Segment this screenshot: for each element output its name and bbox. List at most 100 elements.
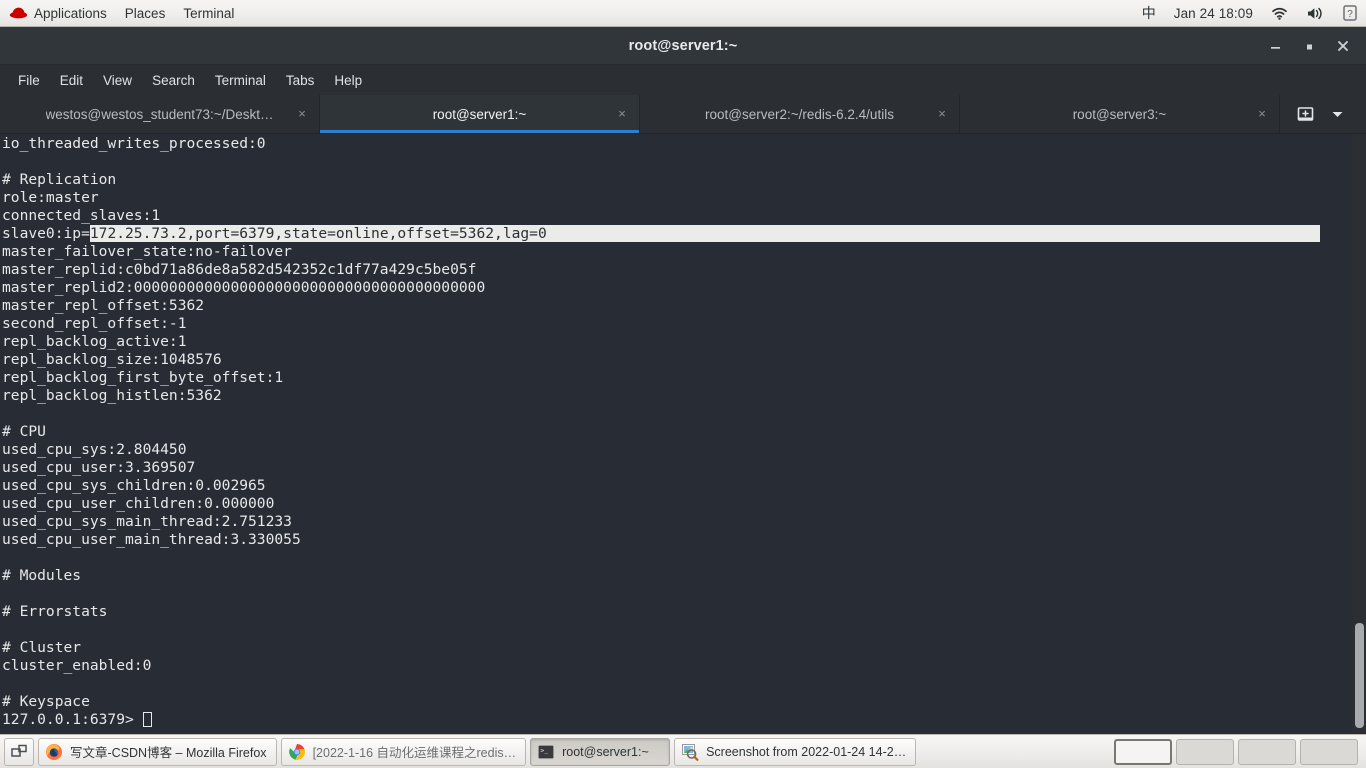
terminal-line: role:master [2,189,1352,207]
terminal-selected-text: 172.25.73.2,port=6379,state=online,offse… [89,225,547,242]
terminal-cursor [142,712,152,727]
terminal-line-text: master_failover_state:no-failover [2,243,292,260]
taskbar-item-firefox[interactable]: 写文章-CSDN博客 – Mozilla Firefox [38,737,277,766]
terminal-line-text: # Errorstats [2,603,108,620]
tab-close-icon[interactable]: × [935,107,949,121]
gnome-top-panel: Applications Places Terminal 中 Jan 24 18… [0,0,1366,27]
terminal-line-text: master_replid2:0000000000000000000000000… [2,279,486,296]
minimize-button[interactable] [1258,29,1292,63]
places-menu[interactable]: Places [116,0,175,26]
chevron-down-icon[interactable] [1331,110,1344,119]
tab-2[interactable]: root@server2:~/redis-6.2.4/utils × [640,95,960,133]
terminal-line-text: # Modules [2,567,82,584]
image-viewer-icon [682,743,699,761]
menu-file[interactable]: File [8,66,50,94]
terminal-icon: >_ [537,743,555,760]
menu-terminal[interactable]: Terminal [205,66,276,94]
workspace-1[interactable] [1114,738,1172,765]
workspace-4[interactable] [1300,738,1358,765]
terminal-output-area[interactable]: io_threaded_writes_processed:0 # Replica… [0,134,1366,734]
taskbar-item-chrome[interactable]: [2022-1-16 自动化运维课程之redis… [280,737,527,766]
terminal-line: used_cpu_user_children:0.000000 [2,495,1352,513]
taskbar-item-screenshot[interactable]: Screenshot from 2022-01-24 14-2… [674,737,917,766]
tab-0[interactable]: westos@westos_student73:~/Deskt… × [0,95,320,133]
terminal-line-text: connected_slaves:1 [2,207,161,224]
terminal-line-text: slave0:ip= [2,225,90,242]
window-title: root@server1:~ [628,37,738,54]
terminal-line: slave0:ip=172.25.73.2,port=6379,state=on… [2,225,1352,243]
input-method-indicator[interactable]: 中 [1133,0,1165,26]
workspace-2[interactable] [1176,738,1234,765]
menubar: File Edit View Search Terminal Tabs Help [0,65,1366,95]
applications-menu[interactable]: Applications [0,0,116,26]
new-tab-icon[interactable] [1296,106,1315,123]
tab-3[interactable]: root@server3:~ × [960,95,1280,133]
help-icon[interactable]: ? [1334,0,1366,26]
terminal-line-text: used_cpu_sys_main_thread:2.751233 [2,513,292,530]
terminal-line-text [2,405,11,422]
terminal-line-text: master_replid:c0bd71a86de8a582d542352c1d… [2,261,477,278]
svg-text:>_: >_ [540,746,548,754]
workspace-3[interactable] [1238,738,1296,765]
menu-search-label: Search [152,72,195,88]
menu-search[interactable]: Search [142,66,205,94]
terminal-line-text: used_cpu_user_main_thread:3.330055 [2,531,301,548]
terminal-line: cluster_enabled:0 [2,657,1352,675]
terminal-line: used_cpu_sys:2.804450 [2,441,1352,459]
terminal-line: master_replid:c0bd71a86de8a582d542352c1d… [2,261,1352,279]
tab-label: root@server3:~ [1072,106,1167,122]
clock[interactable]: Jan 24 18:09 [1165,0,1262,26]
terminal-scrollbar-thumb[interactable] [1355,623,1364,728]
terminal-line [2,549,1352,567]
tab-1[interactable]: root@server1:~ × [320,95,640,133]
menu-edit-label: Edit [59,72,84,88]
terminal-line: io_threaded_writes_processed:0 [2,135,1352,153]
terminal-line: master_replid2:0000000000000000000000000… [2,279,1352,297]
terminal-line-text [2,549,11,566]
wifi-icon[interactable] [1262,0,1297,26]
menu-help[interactable]: Help [324,66,372,94]
menu-file-label: File [18,72,40,88]
terminal-line: # Keyspace [2,693,1352,711]
menu-tabs[interactable]: Tabs [276,66,325,94]
terminal-line-text: repl_backlog_first_byte_offset:1 [2,369,284,386]
tab-close-icon[interactable]: × [1255,107,1269,121]
menu-edit[interactable]: Edit [50,66,93,94]
terminal-line-text: cluster_enabled:0 [2,657,152,674]
close-button[interactable] [1326,29,1360,63]
tabbar-tools [1280,95,1366,133]
maximize-button[interactable] [1292,29,1326,63]
show-desktop-icon[interactable] [4,737,34,766]
terminal-line-text: 127.0.0.1:6379> [2,711,143,728]
terminal-scrollbar[interactable] [1352,134,1366,734]
terminal-line: used_cpu_user:3.369507 [2,459,1352,477]
tab-label: root@server1:~ [432,106,527,122]
terminal-line-text: second_repl_offset:-1 [2,315,187,332]
terminal-line-text: master_repl_offset:5362 [2,297,205,314]
terminal-menu[interactable]: Terminal [174,0,243,26]
menu-view[interactable]: View [93,66,142,94]
window-controls [1258,27,1360,65]
terminal-line-text: used_cpu_sys:2.804450 [2,441,187,458]
firefox-icon [46,743,62,760]
terminal-line: used_cpu_user_main_thread:3.330055 [2,531,1352,549]
taskbar-item-terminal[interactable]: >_ root@server1:~ [530,737,671,766]
terminal-line-text: repl_backlog_size:1048576 [2,351,222,368]
terminal-window: root@server1:~ File Edit View Search Ter… [0,27,1366,734]
terminal-line-text: repl_backlog_active:1 [2,333,187,350]
volume-icon[interactable] [1297,0,1334,26]
terminal-line-text: io_threaded_writes_processed:0 [2,135,266,152]
menu-tabs-label: Tabs [285,72,315,88]
terminal-line-text [2,153,11,170]
terminal-line: 127.0.0.1:6379> [2,711,1352,729]
terminal-line: master_failover_state:no-failover [2,243,1352,261]
window-titlebar[interactable]: root@server1:~ [0,27,1366,65]
taskbar-item-label: Screenshot from 2022-01-24 14-2… [706,744,907,759]
terminal-line: master_repl_offset:5362 [2,297,1352,315]
tab-close-icon[interactable]: × [295,107,309,121]
terminal-line-text [2,585,11,602]
tab-close-icon[interactable]: × [615,107,629,121]
terminal-tabbar: westos@westos_student73:~/Deskt… × root@… [0,95,1366,134]
terminal-line [2,621,1352,639]
places-menu-label: Places [124,5,166,21]
